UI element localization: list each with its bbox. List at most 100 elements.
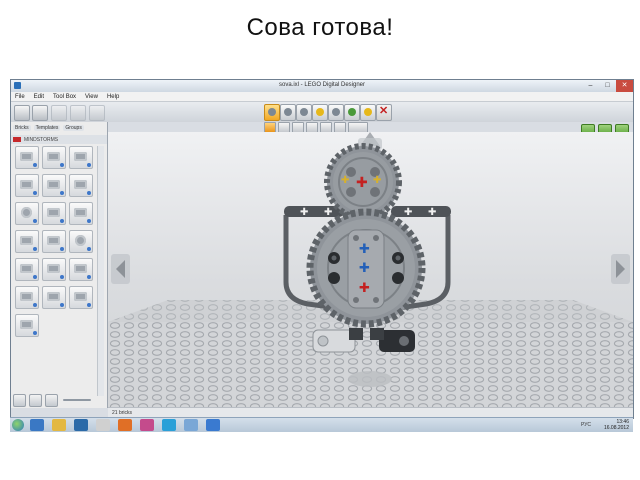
- red-axle-icon: ✚: [359, 281, 370, 296]
- tab-templates[interactable]: Templates: [33, 124, 61, 131]
- body-gear[interactable]: ✚ ✚ ✚: [306, 208, 426, 328]
- brick-tile[interactable]: [69, 230, 93, 253]
- beam-icon: [20, 264, 33, 273]
- menu-view[interactable]: View: [85, 94, 98, 100]
- sub-toolbar: [264, 122, 368, 133]
- add-icon: [60, 275, 64, 279]
- select-tool-button[interactable]: [264, 104, 280, 121]
- menu-help[interactable]: Help: [107, 94, 119, 100]
- hinge-align-icon: [316, 108, 324, 116]
- zoom-slider[interactable]: [63, 399, 91, 401]
- add-icon: [87, 275, 91, 279]
- home-icon[interactable]: [14, 105, 30, 121]
- brick-tile[interactable]: [15, 314, 39, 337]
- add-icon: [33, 163, 37, 167]
- brick-tile[interactable]: [69, 174, 93, 197]
- brick-tile[interactable]: [15, 286, 39, 309]
- yellow-axle-icon: ✚: [373, 175, 381, 186]
- start-button-icon[interactable]: [12, 419, 24, 431]
- add-icon: [87, 219, 91, 223]
- add-icon: [60, 163, 64, 167]
- menu-edit[interactable]: Edit: [34, 94, 44, 100]
- add-icon: [87, 163, 91, 167]
- brick-tile[interactable]: [42, 258, 66, 281]
- axle-hole-icon: ✚: [404, 207, 412, 218]
- calendar-taskbar-icon[interactable]: [184, 419, 198, 431]
- add-icon: [33, 191, 37, 195]
- tray-clock[interactable]: 13:46 16.08.2012: [604, 419, 629, 431]
- windows-taskbar: РУС 13:46 16.08.2012: [10, 417, 633, 432]
- brick-tile[interactable]: [69, 258, 93, 281]
- brick-tile[interactable]: [42, 146, 66, 169]
- save-icon[interactable]: [32, 105, 48, 121]
- title-bar: sova.ixl - LEGO Digital Designer – □ ✕: [11, 80, 633, 92]
- hide-icon: [364, 108, 372, 116]
- group-icon[interactable]: [45, 393, 58, 407]
- head-gear[interactable]: ✚ ✚ ✚: [324, 143, 402, 221]
- brick-tile[interactable]: [69, 202, 93, 225]
- palette-header[interactable]: MINDSTORMS: [11, 135, 107, 144]
- add-icon: [33, 219, 37, 223]
- hinge-align-tool-button[interactable]: [312, 104, 328, 121]
- brick-tile[interactable]: [15, 202, 39, 225]
- undo-icon[interactable]: [51, 105, 67, 121]
- paint-tool-button[interactable]: [344, 104, 360, 121]
- remote-desktop-taskbar-icon[interactable]: [74, 419, 88, 431]
- explorer-taskbar-icon[interactable]: [52, 419, 66, 431]
- hinge-tool-button[interactable]: [296, 104, 312, 121]
- 3d-viewport[interactable]: ✚ ✚ ✚ ✚ ✚ ✚ ✚ ✚ ✚ ✚: [108, 132, 633, 408]
- hide-tool-button[interactable]: [360, 104, 376, 121]
- media-taskbar-icon[interactable]: [96, 419, 110, 431]
- tray-lang[interactable]: РУС: [581, 422, 591, 428]
- palette-scrollbar[interactable]: [97, 146, 104, 396]
- brick-tile[interactable]: [15, 146, 39, 169]
- add-icon: [60, 303, 64, 307]
- menu-file[interactable]: File: [15, 94, 25, 100]
- delete-x-icon: ✕: [379, 105, 389, 117]
- hinge-icon: [300, 108, 308, 116]
- firefox-taskbar-icon[interactable]: [118, 419, 132, 431]
- sidebar-tabs: Bricks Templates Groups: [11, 122, 107, 133]
- right-arm-beam[interactable]: [391, 206, 451, 217]
- clone-tool-button[interactable]: [280, 104, 296, 121]
- paint-bucket-icon: [348, 108, 356, 116]
- filter-icon[interactable]: [13, 393, 26, 407]
- lego-designer-taskbar-icon[interactable]: [206, 419, 220, 431]
- brick-tile[interactable]: [42, 230, 66, 253]
- add-icon: [33, 275, 37, 279]
- color-filter-icon[interactable]: [29, 393, 42, 407]
- camera-down-button[interactable]: [348, 371, 392, 387]
- brick-tile[interactable]: [15, 258, 39, 281]
- menu-tool-box[interactable]: Tool Box: [53, 94, 76, 100]
- ie-taskbar-icon[interactable]: [30, 419, 44, 431]
- view-mode-icon[interactable]: [89, 105, 105, 121]
- tray-date: 16.08.2012: [603, 425, 629, 431]
- beam-icon: [74, 292, 87, 301]
- brick-tile[interactable]: [42, 202, 66, 225]
- delete-tool-button[interactable]: ✕: [376, 104, 392, 121]
- blue-axle-icon: ✚: [359, 242, 370, 257]
- flex-tool-button[interactable]: [328, 104, 344, 121]
- app-taskbar-icon[interactable]: [140, 419, 154, 431]
- menu-bar: File Edit Tool Box View Help: [11, 92, 633, 102]
- axle-hole-icon: ✚: [428, 207, 436, 218]
- tab-bricks[interactable]: Bricks: [13, 124, 31, 131]
- minimize-button[interactable]: –: [582, 80, 599, 92]
- redo-icon[interactable]: [70, 105, 86, 121]
- brick-tile[interactable]: [15, 174, 39, 197]
- brick-tile[interactable]: [69, 286, 93, 309]
- brick-tile[interactable]: [42, 174, 66, 197]
- brick-tile[interactable]: [42, 286, 66, 309]
- brick-tile[interactable]: [69, 146, 93, 169]
- tab-groups[interactable]: Groups: [63, 124, 84, 131]
- add-icon: [33, 303, 37, 307]
- beam-icon: [20, 292, 33, 301]
- window-title: sova.ixl - LEGO Digital Designer: [278, 82, 366, 88]
- maximize-button[interactable]: □: [599, 80, 616, 92]
- skype-taskbar-icon[interactable]: [162, 419, 176, 431]
- beam-icon: [20, 236, 33, 245]
- slide-title: Сова готова!: [246, 14, 394, 41]
- close-button[interactable]: ✕: [616, 80, 633, 92]
- palette-footer: [13, 393, 105, 407]
- brick-tile[interactable]: [15, 230, 39, 253]
